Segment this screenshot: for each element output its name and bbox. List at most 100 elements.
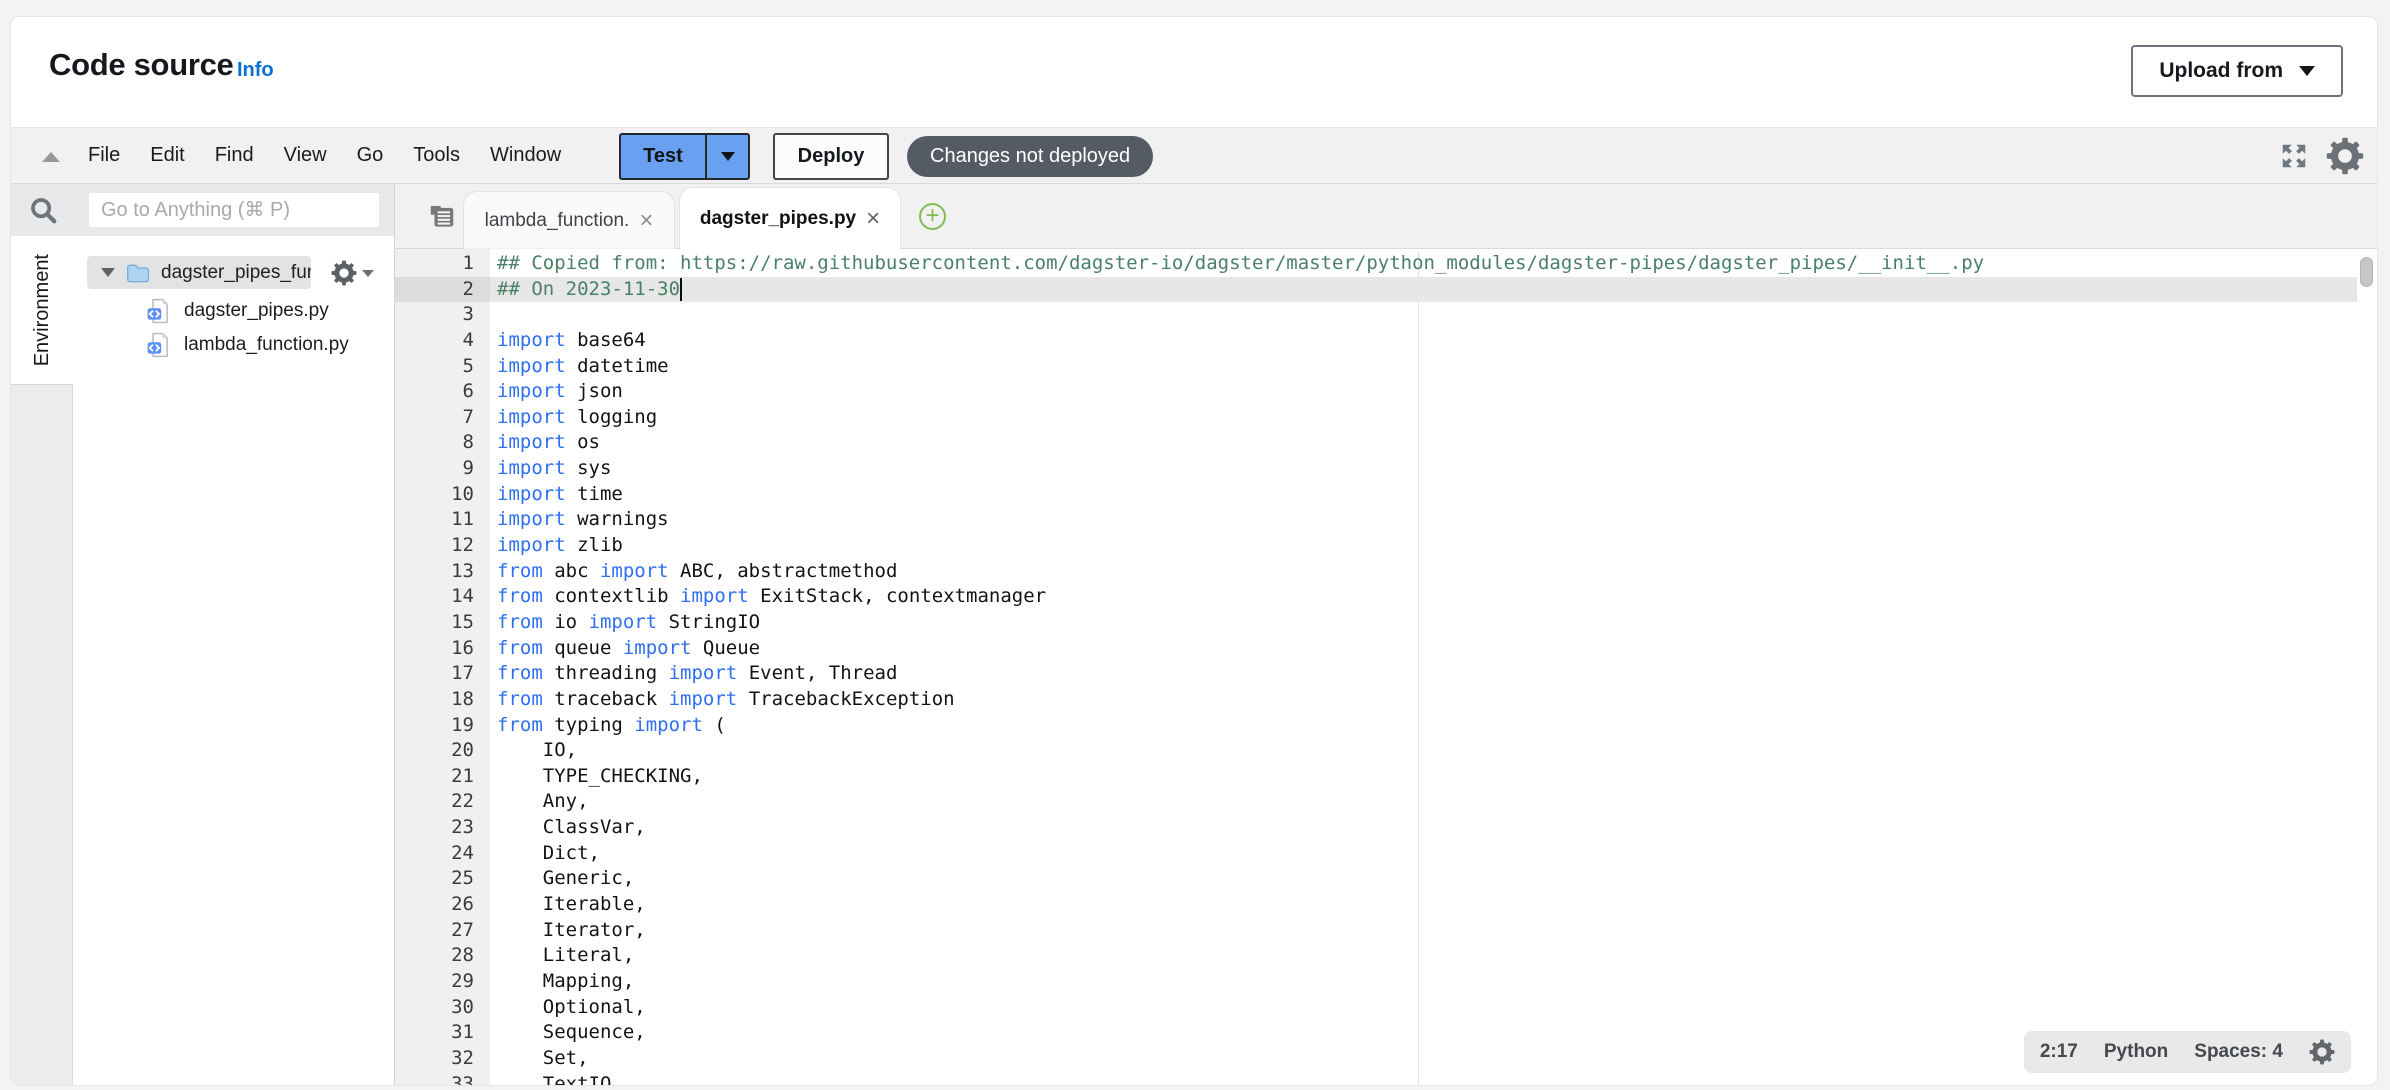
line-number[interactable]: 33 <box>395 1072 490 1087</box>
line-number[interactable]: 14 <box>395 584 490 610</box>
code-line[interactable]: ## Copied from: https://raw.githubuserco… <box>490 251 2378 277</box>
line-number[interactable]: 25 <box>395 866 490 892</box>
close-icon[interactable]: × <box>866 207 880 231</box>
line-number[interactable]: 9 <box>395 456 490 482</box>
line-number[interactable]: 11 <box>395 507 490 533</box>
code-line[interactable]: Mapping, <box>490 969 2378 995</box>
code-line[interactable]: from traceback import TracebackException <box>490 687 2378 713</box>
code-line[interactable]: TYPE_CHECKING, <box>490 764 2378 790</box>
upload-from-button[interactable]: Upload from <box>2131 45 2343 97</box>
code-line[interactable]: import base64 <box>490 328 2378 354</box>
tree-settings-control[interactable] <box>331 260 374 286</box>
line-number[interactable]: 7 <box>395 405 490 431</box>
code-line[interactable]: from queue import Queue <box>490 636 2378 662</box>
code-line[interactable]: from contextlib import ExitStack, contex… <box>490 584 2378 610</box>
code-line[interactable]: Dict, <box>490 841 2378 867</box>
code-line[interactable]: import datetime <box>490 354 2378 380</box>
language-mode[interactable]: Python <box>2104 1041 2168 1063</box>
editor-content[interactable]: 1234567891011121314151617181920212223242… <box>395 249 2378 1086</box>
environment-tab[interactable]: Environment <box>11 236 73 385</box>
menu-item-go[interactable]: Go <box>357 144 384 167</box>
line-number[interactable]: 15 <box>395 610 490 636</box>
tree-file-lambda-function[interactable]: lambda_function.py <box>146 331 349 359</box>
code-area[interactable]: ## Copied from: https://raw.githubuserco… <box>490 251 2378 1086</box>
code-line[interactable]: ## On 2023-11-30 <box>490 277 2378 303</box>
line-number[interactable]: 30 <box>395 995 490 1021</box>
code-line[interactable]: ClassVar, <box>490 815 2378 841</box>
menu-item-tools[interactable]: Tools <box>413 144 460 167</box>
code-line[interactable]: import logging <box>490 405 2378 431</box>
code-line[interactable]: from threading import Event, Thread <box>490 661 2378 687</box>
line-number[interactable]: 16 <box>395 636 490 662</box>
tree-folder-row[interactable]: dagster_pipes_functi <box>87 256 311 289</box>
line-number[interactable]: 5 <box>395 354 490 380</box>
close-icon[interactable]: × <box>639 209 653 233</box>
code-line[interactable]: from typing import ( <box>490 713 2378 739</box>
line-number[interactable]: 4 <box>395 328 490 354</box>
line-number[interactable]: 10 <box>395 482 490 508</box>
line-number[interactable]: 23 <box>395 815 490 841</box>
line-number[interactable]: 18 <box>395 687 490 713</box>
deploy-button[interactable]: Deploy <box>773 133 889 180</box>
search-icon[interactable] <box>28 195 58 225</box>
settings-gear-icon[interactable] <box>2326 137 2364 175</box>
code-line[interactable]: Iterator, <box>490 918 2378 944</box>
tab-lambda-function[interactable]: lambda_function. × <box>463 191 675 249</box>
line-number[interactable]: 22 <box>395 789 490 815</box>
line-number[interactable]: 27 <box>395 918 490 944</box>
test-split-button[interactable]: Test <box>619 133 750 180</box>
code-line[interactable] <box>490 302 2378 328</box>
line-number[interactable]: 20 <box>395 738 490 764</box>
line-number[interactable]: 31 <box>395 1020 490 1046</box>
code-line[interactable]: TextIO <box>490 1072 2378 1087</box>
code-line[interactable]: import os <box>490 430 2378 456</box>
line-number[interactable]: 26 <box>395 892 490 918</box>
code-line[interactable]: from io import StringIO <box>490 610 2378 636</box>
line-number[interactable]: 29 <box>395 969 490 995</box>
chevron-down-icon[interactable] <box>101 268 115 277</box>
code-line[interactable]: IO, <box>490 738 2378 764</box>
info-link[interactable]: Info <box>237 59 274 82</box>
code-line[interactable]: import warnings <box>490 507 2378 533</box>
line-number[interactable]: 2 <box>395 277 490 303</box>
code-line[interactable]: Any, <box>490 789 2378 815</box>
code-line[interactable]: Optional, <box>490 995 2378 1021</box>
code-line[interactable]: from abc import ABC, abstractmethod <box>490 559 2378 585</box>
menu-item-edit[interactable]: Edit <box>150 144 184 167</box>
line-number[interactable]: 24 <box>395 841 490 867</box>
code-line[interactable]: Literal, <box>490 943 2378 969</box>
cursor-position[interactable]: 2:17 <box>2040 1041 2078 1063</box>
tab-dagster-pipes[interactable]: dagster_pipes.py × <box>679 187 901 250</box>
code-line[interactable]: import time <box>490 482 2378 508</box>
editor-settings-gear-icon[interactable] <box>2309 1039 2335 1065</box>
menu-item-view[interactable]: View <box>284 144 327 167</box>
line-number[interactable]: 19 <box>395 713 490 739</box>
test-button-label[interactable]: Test <box>621 135 705 178</box>
menu-item-window[interactable]: Window <box>490 144 561 167</box>
line-number[interactable]: 8 <box>395 430 490 456</box>
menu-item-find[interactable]: Find <box>215 144 254 167</box>
test-dropdown-button[interactable] <box>705 135 748 178</box>
code-line[interactable]: Iterable, <box>490 892 2378 918</box>
menu-item-file[interactable]: File <box>88 144 120 167</box>
tree-file-dagster-pipes[interactable]: dagster_pipes.py <box>146 297 329 325</box>
vertical-scrollbar[interactable] <box>2360 257 2373 287</box>
code-line[interactable]: import sys <box>490 456 2378 482</box>
indent-setting[interactable]: Spaces: 4 <box>2194 1041 2283 1063</box>
collapse-panel-icon[interactable] <box>42 152 60 162</box>
line-number[interactable]: 12 <box>395 533 490 559</box>
line-number[interactable]: 32 <box>395 1046 490 1072</box>
tab-list-icon[interactable] <box>427 201 457 231</box>
gutter[interactable]: 1234567891011121314151617181920212223242… <box>395 249 490 1086</box>
line-number[interactable]: 28 <box>395 943 490 969</box>
new-tab-button[interactable]: + <box>919 203 946 230</box>
line-number[interactable]: 6 <box>395 379 490 405</box>
line-number[interactable]: 13 <box>395 559 490 585</box>
goto-anything-input[interactable] <box>89 193 379 227</box>
line-number[interactable]: 21 <box>395 764 490 790</box>
line-number[interactable]: 3 <box>395 302 490 328</box>
code-line[interactable]: import json <box>490 379 2378 405</box>
fullscreen-icon[interactable] <box>2279 141 2309 171</box>
code-line[interactable]: import zlib <box>490 533 2378 559</box>
line-number[interactable]: 17 <box>395 661 490 687</box>
